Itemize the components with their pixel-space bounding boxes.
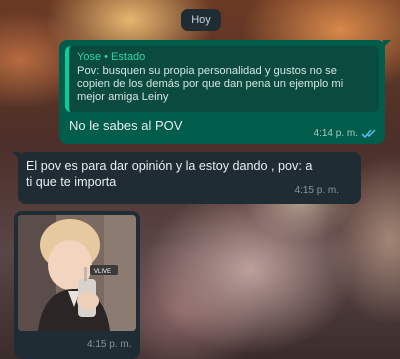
incoming-line: El pov es para dar opinión y la estoy da…: [26, 159, 313, 173]
quote-header: Yose • Estado: [77, 50, 371, 64]
quote-separator: •: [104, 51, 108, 63]
image-message-time: 4:15 p. m.: [87, 339, 132, 350]
date-label: Hoy: [191, 14, 211, 26]
sticker-photo[interactable]: VLIVE: [18, 215, 136, 331]
quote-line: mejor amiga Leiny: [77, 91, 169, 103]
incoming-time: 4:15 p. m.: [294, 185, 339, 196]
photo-illustration: VLIVE: [18, 215, 136, 331]
incoming-message[interactable]: El pov es para dar opinión y la estoy da…: [12, 152, 361, 204]
quote-line: copien de los demás por que dan pena un …: [77, 78, 344, 90]
outgoing-message[interactable]: Yose • Estado Pov: busquen su propia per…: [59, 40, 391, 144]
quote-source: Estado: [111, 51, 146, 63]
vlive-label: VLIVE: [94, 269, 111, 275]
quote-line: Pov: busquen su propia personalidad y gu…: [77, 65, 337, 77]
outgoing-message-text: No le sabes al POV: [69, 118, 183, 133]
double-check-read-icon: [361, 129, 376, 139]
quoted-status-reply[interactable]: Yose • Estado Pov: busquen su propia per…: [65, 46, 379, 112]
quote-body: Pov: busquen su propia personalidad y gu…: [77, 65, 371, 104]
outgoing-message-meta: 4:14 p. m.: [314, 128, 377, 139]
date-separator: Hoy: [181, 9, 221, 31]
outgoing-time: 4:14 p. m.: [313, 128, 358, 139]
quote-author: Yose: [77, 51, 102, 63]
